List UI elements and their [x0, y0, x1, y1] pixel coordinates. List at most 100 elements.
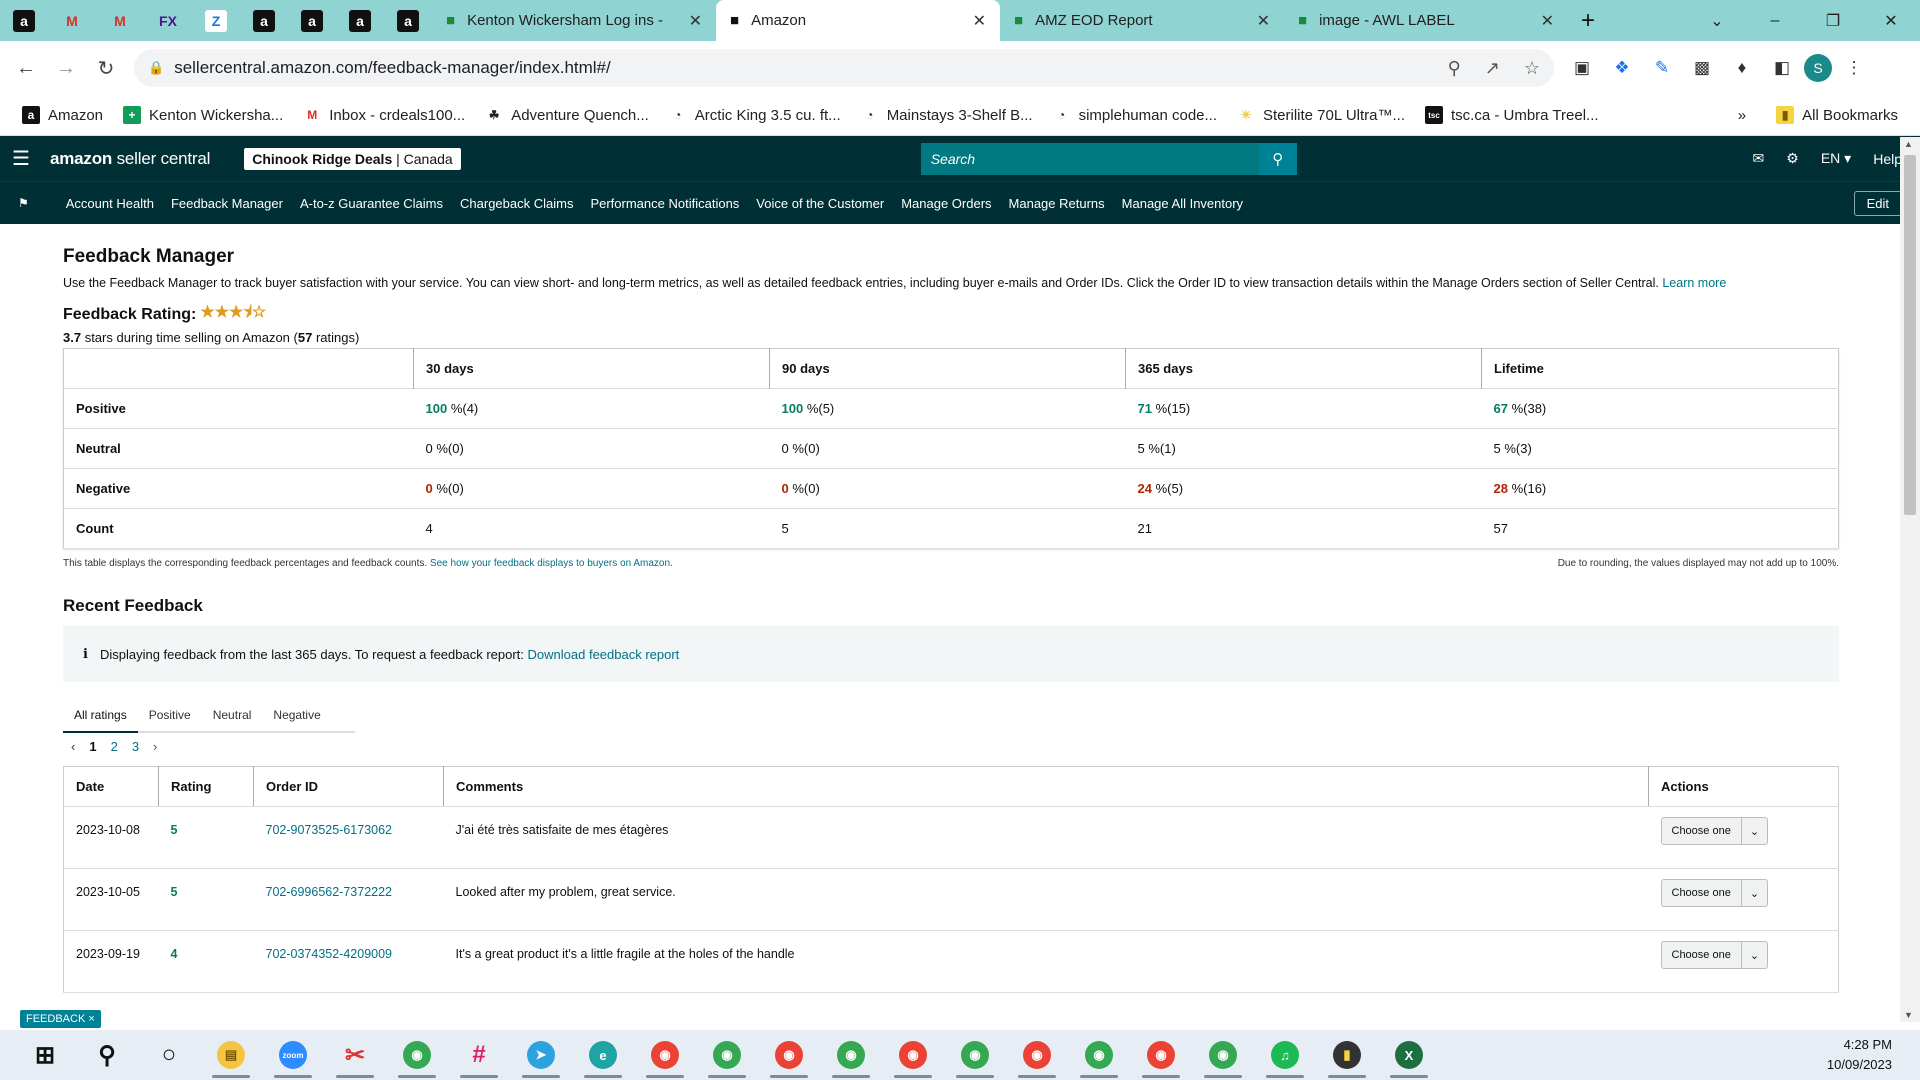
- reload-button[interactable]: ↻: [88, 50, 124, 86]
- bookmark-item[interactable]: ◔ Mainstays 3-Shelf B...: [851, 106, 1043, 124]
- extension-icon[interactable]: ❖: [1604, 50, 1640, 86]
- extension-off-icon[interactable]: ▣: [1564, 50, 1600, 86]
- language-selector[interactable]: EN ▾: [1821, 150, 1851, 167]
- browser-tab[interactable]: ■ AMZ EOD Report ✕: [1000, 0, 1284, 41]
- nav-item-performance-notifications[interactable]: Performance Notifications: [590, 196, 739, 211]
- back-button[interactable]: ←: [8, 50, 44, 86]
- page-number[interactable]: 2: [111, 739, 118, 754]
- url-text[interactable]: sellercentral.amazon.com/feedback-manage…: [174, 58, 1423, 78]
- bookmark-item[interactable]: ✳ Sterilite 70L Ultra™...: [1227, 106, 1415, 124]
- settings-gear-icon[interactable]: ⚙: [1786, 150, 1799, 167]
- taskbar-app[interactable]: ◉: [882, 1030, 944, 1080]
- taskbar-app[interactable]: ◉: [1006, 1030, 1068, 1080]
- taskbar-app[interactable]: ◉: [634, 1030, 696, 1080]
- pinned-tab[interactable]: a: [336, 0, 384, 41]
- menu-kebab-icon[interactable]: ⋮: [1836, 50, 1872, 86]
- close-window-button[interactable]: ✕: [1862, 11, 1920, 31]
- more-bookmarks-button[interactable]: »: [1718, 107, 1766, 124]
- tab-search-icon[interactable]: ⌄: [1688, 11, 1746, 31]
- download-report-link[interactable]: Download feedback report: [528, 647, 680, 662]
- store-switcher[interactable]: Chinook Ridge Deals | Canada: [244, 147, 461, 170]
- pinned-tab[interactable]: a: [240, 0, 288, 41]
- taskbar-app[interactable]: ◉: [820, 1030, 882, 1080]
- page-number[interactable]: 3: [132, 739, 139, 754]
- close-tab-icon[interactable]: ✕: [689, 11, 702, 31]
- nav-item-voice-of-the-customer[interactable]: Voice of the Customer: [756, 196, 884, 211]
- help-link[interactable]: Help: [1873, 151, 1902, 167]
- bookmark-item[interactable]: + Kenton Wickersha...: [113, 106, 293, 124]
- taskbar-app[interactable]: e: [572, 1030, 634, 1080]
- taskbar-app[interactable]: ◉: [1192, 1030, 1254, 1080]
- nav-item-manage-returns[interactable]: Manage Returns: [1009, 196, 1105, 211]
- taskbar-app[interactable]: ♫: [1254, 1030, 1316, 1080]
- hamburger-menu-icon[interactable]: ☰: [12, 146, 50, 171]
- pinned-tab[interactable]: a: [0, 0, 48, 41]
- maximize-button[interactable]: ❐: [1804, 11, 1862, 31]
- browser-tab[interactable]: ■ Kenton Wickersham Log ins - ✕: [432, 0, 716, 41]
- taskbar-app[interactable]: ◉: [696, 1030, 758, 1080]
- order-id-link[interactable]: 702-0374352-4209009: [253, 930, 444, 993]
- close-tab-icon[interactable]: ✕: [1541, 11, 1554, 31]
- bookmark-star-icon[interactable]: ☆: [1524, 58, 1540, 79]
- tab-neutral[interactable]: Neutral: [202, 694, 263, 731]
- bookmark-item[interactable]: ◔ Arctic King 3.5 cu. ft...: [659, 106, 851, 124]
- taskbar-app[interactable]: ✂: [324, 1030, 386, 1080]
- profile-avatar[interactable]: S: [1804, 54, 1832, 82]
- search-button[interactable]: ⚲: [1258, 142, 1297, 175]
- tab-all-ratings[interactable]: All ratings: [63, 694, 138, 733]
- page-scrollbar[interactable]: ▲ ▼: [1900, 137, 1920, 1022]
- bookmark-item[interactable]: a Amazon: [12, 106, 113, 124]
- nav-item-manage-orders[interactable]: Manage Orders: [901, 196, 991, 211]
- minimize-button[interactable]: –: [1746, 12, 1804, 30]
- search-input[interactable]: [920, 142, 1259, 175]
- tab-positive[interactable]: Positive: [138, 694, 202, 731]
- close-tab-icon[interactable]: ✕: [1257, 11, 1270, 31]
- seller-central-logo[interactable]: amazon seller central: [50, 149, 210, 169]
- nav-item-feedback-manager[interactable]: Feedback Manager: [171, 196, 283, 211]
- taskbar-app[interactable]: ◉: [1068, 1030, 1130, 1080]
- feedback-display-link[interactable]: See how your feedback displays to buyers…: [430, 558, 673, 569]
- all-bookmarks-button[interactable]: ▮ All Bookmarks: [1766, 106, 1908, 124]
- taskbar-app[interactable]: ○: [138, 1030, 200, 1080]
- omnibox[interactable]: 🔒 sellercentral.amazon.com/feedback-mana…: [134, 49, 1554, 87]
- nav-item-account-health[interactable]: Account Health: [66, 196, 154, 211]
- taskbar-app[interactable]: ◉: [1130, 1030, 1192, 1080]
- taskbar-app[interactable]: ▤: [200, 1030, 262, 1080]
- pinned-tab[interactable]: a: [288, 0, 336, 41]
- side-panel-icon[interactable]: ◧: [1764, 50, 1800, 86]
- taskbar-app[interactable]: ▮: [1316, 1030, 1378, 1080]
- forward-button[interactable]: →: [48, 50, 84, 86]
- extensions-puzzle-icon[interactable]: ♦: [1724, 50, 1760, 86]
- pinned-tab[interactable]: Z: [192, 0, 240, 41]
- taskbar-app[interactable]: ⚲: [76, 1030, 138, 1080]
- browser-tab[interactable]: ■ image - AWL LABEL ✕: [1284, 0, 1568, 41]
- scroll-down-arrow-icon[interactable]: ▼: [1904, 1010, 1913, 1020]
- mail-icon[interactable]: ✉: [1753, 150, 1765, 167]
- pinned-tab[interactable]: a: [384, 0, 432, 41]
- pinned-tab[interactable]: M: [96, 0, 144, 41]
- tab-negative[interactable]: Negative: [262, 694, 331, 731]
- taskbar-app[interactable]: ➤: [510, 1030, 572, 1080]
- scroll-up-arrow-icon[interactable]: ▲: [1904, 139, 1913, 149]
- bookmark-item[interactable]: M Inbox - crdeals100...: [293, 106, 475, 124]
- scrollbar-thumb[interactable]: [1904, 155, 1916, 515]
- taskbar-app[interactable]: ◉: [758, 1030, 820, 1080]
- bookmark-item[interactable]: tsc tsc.ca - Umbra Treel...: [1415, 106, 1609, 124]
- bookmark-item[interactable]: ◔ simplehuman code...: [1043, 106, 1227, 124]
- next-page-icon[interactable]: ›: [153, 739, 157, 754]
- share-icon[interactable]: ↗: [1485, 58, 1500, 79]
- page-number[interactable]: 1: [89, 739, 96, 754]
- system-clock[interactable]: 4:28 PM 10/09/2023: [1827, 1035, 1892, 1075]
- nav-item-a-to-z-guarantee-claims[interactable]: A-to-z Guarantee Claims: [300, 196, 443, 211]
- choose-action-dropdown[interactable]: Choose one ⌄: [1660, 817, 1769, 845]
- extension-icon[interactable]: ✎: [1644, 50, 1680, 86]
- browser-tab[interactable]: ■ Amazon ✕: [716, 0, 1000, 41]
- order-id-link[interactable]: 702-9073525-6173062: [253, 806, 444, 869]
- taskbar-app[interactable]: #: [448, 1030, 510, 1080]
- taskbar-app[interactable]: ◉: [386, 1030, 448, 1080]
- feedback-widget-button[interactable]: FEEDBACK ×: [20, 1010, 101, 1028]
- nav-item-chargeback-claims[interactable]: Chargeback Claims: [460, 196, 573, 211]
- taskbar-app[interactable]: ◉: [944, 1030, 1006, 1080]
- zoom-icon[interactable]: ⚲: [1448, 58, 1461, 79]
- taskbar-app[interactable]: zoom: [262, 1030, 324, 1080]
